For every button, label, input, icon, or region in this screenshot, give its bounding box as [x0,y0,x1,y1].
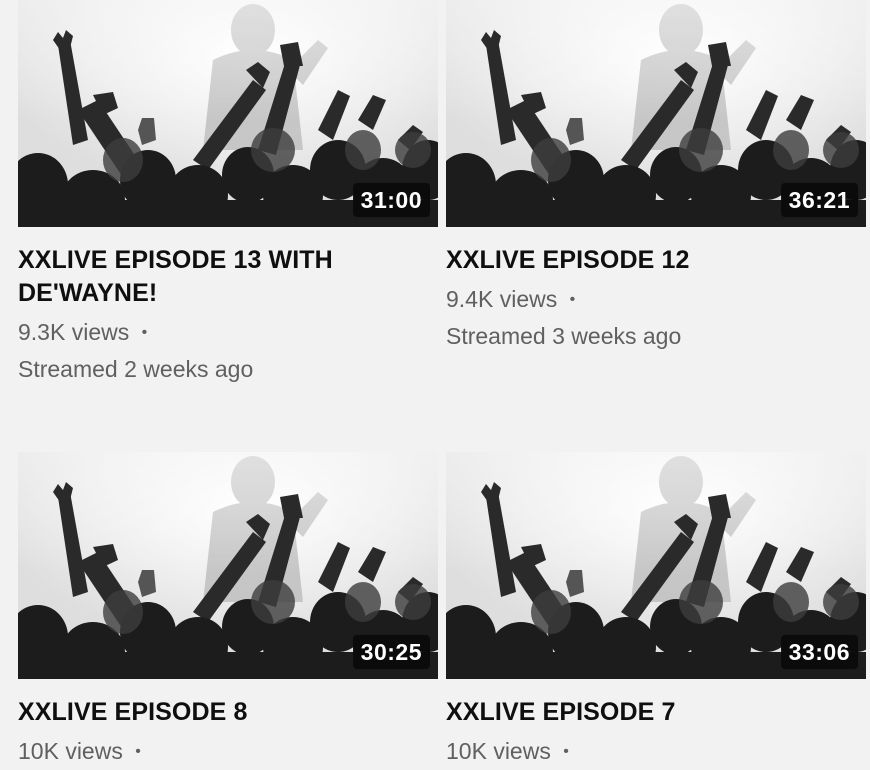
video-card[interactable]: 30:25 XXLIVE EPISODE 8 10K views • [18,452,438,770]
video-title[interactable]: XXLIVE EPISODE 8 [18,696,438,729]
view-count: 10K views [18,738,123,764]
video-thumbnail[interactable]: 33:06 [446,452,866,679]
separator-dot: • [569,291,576,308]
video-metadata: 10K views • [446,733,866,770]
view-count: 10K views [446,738,551,764]
video-grid: 31:00 XXLIVE EPISODE 13 WITH DE'WAYNE! 9… [0,0,870,764]
video-metadata: 9.4K views • Streamed 3 weeks ago [446,281,866,354]
video-thumbnail[interactable]: 31:00 [18,0,438,227]
separator-dot: • [135,743,141,760]
video-title[interactable]: XXLIVE EPISODE 7 [446,696,866,729]
video-card[interactable]: 31:00 XXLIVE EPISODE 13 WITH DE'WAYNE! 9… [18,0,438,387]
duration-badge: 33:06 [780,635,858,669]
video-title[interactable]: XXLIVE EPISODE 13 WITH DE'WAYNE! [18,244,438,310]
separator-dot: • [141,324,148,341]
video-metadata: 10K views • [18,733,438,770]
view-count: 9.4K views [446,286,558,312]
view-count: 9.3K views [18,319,130,345]
duration-badge: 30:25 [352,635,430,669]
streamed-time: Streamed 3 weeks ago [446,323,682,349]
video-card[interactable]: 33:06 XXLIVE EPISODE 7 10K views • [446,452,866,770]
video-card[interactable]: 36:21 XXLIVE EPISODE 12 9.4K views • Str… [446,0,866,354]
streamed-time: Streamed 2 weeks ago [18,356,254,382]
video-metadata: 9.3K views • Streamed 2 weeks ago [18,314,438,387]
video-title[interactable]: XXLIVE EPISODE 12 [446,244,866,277]
duration-badge: 36:21 [780,183,858,217]
separator-dot: • [563,743,569,760]
video-thumbnail[interactable]: 36:21 [446,0,866,227]
duration-badge: 31:00 [352,183,430,217]
video-thumbnail[interactable]: 30:25 [18,452,438,679]
